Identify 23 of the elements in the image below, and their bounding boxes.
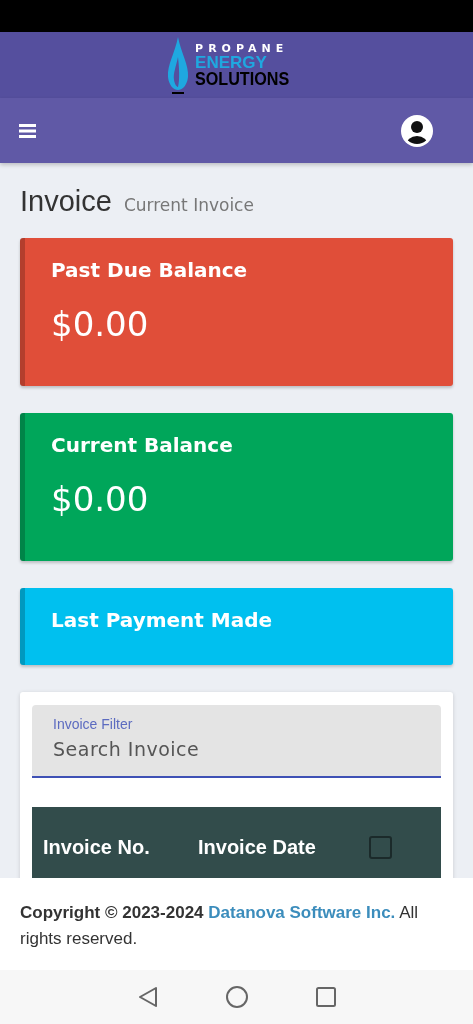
card-label: Last Payment Made — [51, 608, 274, 632]
card-amount: $0.00 — [51, 304, 150, 344]
search-input[interactable]: Search Invoice — [53, 738, 420, 760]
menu-icon[interactable] — [19, 123, 36, 138]
home-icon[interactable] — [225, 986, 248, 1008]
company-link[interactable]: Datanova Software Inc. — [208, 903, 396, 922]
invoice-filter-field[interactable]: Invoice Filter Search Invoice — [32, 705, 441, 778]
user-avatar-icon[interactable] — [400, 113, 434, 148]
field-label: Invoice Filter — [53, 716, 134, 732]
card-label: Past Due Balance — [51, 258, 249, 282]
page-title: Invoice — [20, 185, 112, 218]
copyright-text: Copyright © 2023-2024 Datanova Software Inc. All rights reserved. — [20, 902, 420, 950]
logo-text: SOLUTIONS — [195, 70, 290, 88]
logo-text: ENERGY — [195, 55, 268, 70]
logo-text: PROPANE — [195, 42, 290, 55]
back-icon[interactable] — [137, 986, 158, 1008]
select-all-checkbox[interactable] — [369, 835, 392, 859]
recents-icon[interactable] — [315, 987, 336, 1007]
column-header: Invoice No. — [43, 835, 151, 859]
card-label: Current Balance — [51, 433, 234, 457]
column-header: Invoice Date — [198, 835, 317, 859]
card-amount: $0.00 — [51, 479, 150, 519]
page-subtitle: Current Invoice — [123, 195, 254, 215]
